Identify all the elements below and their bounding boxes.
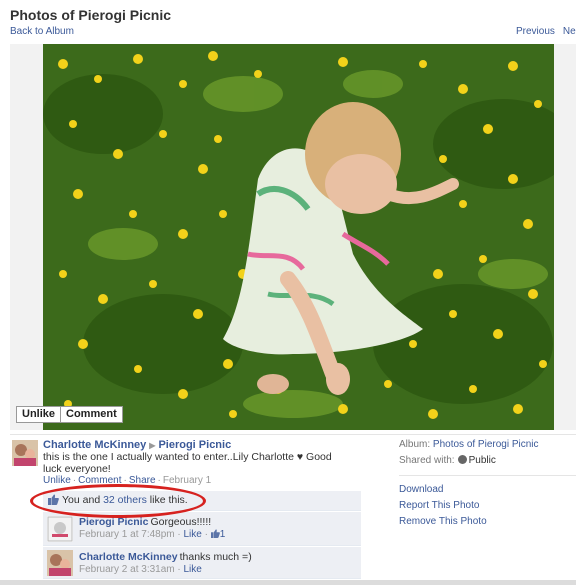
download-link[interactable]: Download (399, 484, 576, 500)
comment-time: February 2 at 3:31am (79, 564, 175, 575)
next-link[interactable]: Next (563, 26, 576, 37)
window-bottom-edge (0, 580, 576, 585)
globe-icon (457, 455, 467, 464)
comment-body: Charlotte McKinney thanks much =) (79, 551, 252, 563)
shared-with-label: Shared with: (399, 455, 455, 466)
author-avatar[interactable] (12, 440, 38, 466)
comment-time: February 1 at 7:48pm (79, 529, 175, 540)
photo-stage (10, 44, 576, 430)
divider (10, 434, 576, 435)
page-title: Photos of Pierogi Picnic (10, 7, 172, 23)
comment-body: Pierogi Picnic Gorgeous!!!!! (79, 516, 211, 528)
post-target-link[interactable]: Pierogi Picnic (158, 439, 231, 451)
comment-author-link[interactable]: Charlotte McKinney (79, 551, 178, 563)
previous-link[interactable]: Previous (516, 26, 555, 37)
album-label: Album: (399, 439, 431, 450)
album-row: Album: Photos of Pierogi Picnic (399, 439, 576, 453)
photo-sidebar: Album: Photos of Pierogi Picnic Shared w… (399, 439, 576, 532)
comment-meta: February 1 at 7:48pm · Like · 1 (79, 529, 226, 540)
comment-like-link[interactable]: Like (184, 564, 202, 575)
shared-with-row: Shared with: Public (399, 455, 576, 469)
comment-like-count[interactable]: 1 (210, 529, 225, 540)
back-to-album-link[interactable]: Back to Album (10, 26, 74, 37)
sidebar-divider (399, 475, 576, 476)
unlike-photo-button[interactable]: Unlike (17, 407, 60, 422)
comment-text: thanks much =) (179, 551, 252, 563)
post-header: Charlotte McKinney ▶ Pierogi Picnic (43, 439, 231, 451)
photo[interactable] (43, 44, 554, 430)
commenter-avatar[interactable] (47, 550, 73, 576)
remove-photo-link[interactable]: Remove This Photo (399, 516, 576, 532)
photo-image (43, 44, 554, 430)
commenter-avatar[interactable] (47, 516, 73, 542)
photo-navigation: Previous Next (516, 26, 576, 37)
arrow-right-icon: ▶ (149, 441, 156, 450)
comment-meta: February 2 at 3:31am · Like (79, 564, 202, 575)
comment-like-link[interactable]: Like (184, 529, 202, 540)
album-link[interactable]: Photos of Pierogi Picnic (433, 439, 539, 450)
privacy-value[interactable]: Public (469, 455, 496, 466)
report-photo-link[interactable]: Report This Photo (399, 500, 576, 516)
comment-item: Charlotte McKinney thanks much =) Februar… (43, 547, 361, 579)
comment-photo-button[interactable]: Comment (60, 407, 122, 422)
unlike-link[interactable]: Unlike (43, 475, 71, 486)
post-author-link[interactable]: Charlotte McKinney (43, 439, 146, 451)
post-caption: this is the one I actually wanted to ent… (43, 451, 332, 475)
comment-text: Gorgeous!!!!! (150, 516, 212, 528)
highlight-circle (30, 484, 206, 518)
post-date: February 1 (162, 475, 212, 486)
thumbs-up-icon (210, 529, 220, 538)
photo-actions-bar: Unlike Comment (16, 406, 123, 423)
